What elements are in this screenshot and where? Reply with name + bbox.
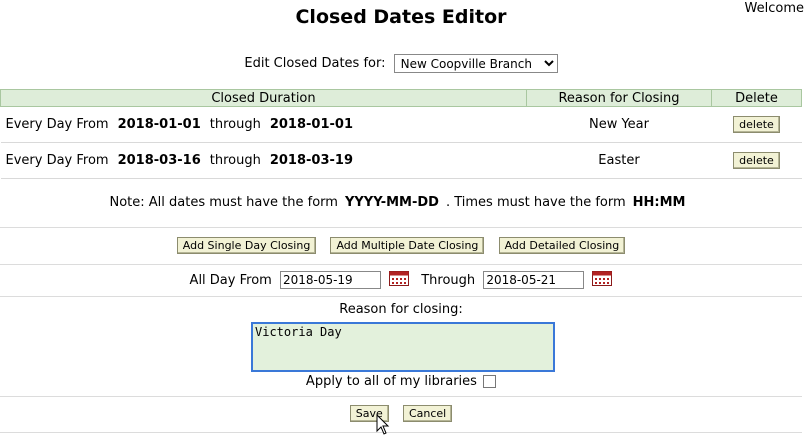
duration-to: 2018-01-01 xyxy=(269,117,353,132)
divider xyxy=(0,264,802,265)
branch-select[interactable]: New Coopville Branch xyxy=(393,54,558,73)
through-date-input[interactable] xyxy=(483,271,585,289)
through-label: Through xyxy=(421,272,476,288)
from-label: All Day From xyxy=(189,272,272,288)
add-multiple-date-button[interactable]: Add Multiple Date Closing xyxy=(330,237,485,254)
divider xyxy=(0,432,802,433)
duration-through: through xyxy=(209,153,261,168)
delete-button[interactable]: delete xyxy=(733,152,780,169)
branch-label: Edit Closed Dates for: xyxy=(244,56,386,71)
duration-from: 2018-03-16 xyxy=(117,153,201,168)
duration-through: through xyxy=(209,117,261,132)
duration-cell: Every Day From 2018-01-01 through 2018-01-0… xyxy=(0,106,527,143)
add-detailed-button[interactable]: Add Detailed Closing xyxy=(498,237,626,254)
col-header-reason: Reason for Closing xyxy=(526,89,712,107)
note-date-format: YYYY-MM-DD xyxy=(344,195,439,210)
apply-all-label: Apply to all of my libraries xyxy=(305,374,477,389)
format-note: Note: All dates must have the form YYYY-M… xyxy=(0,195,802,210)
col-header-delete: Delete xyxy=(711,89,802,107)
delete-button[interactable]: delete xyxy=(733,116,780,133)
table-row: Every Day From 2018-01-01 through 2018-01-0… xyxy=(0,106,802,143)
page-title: Closed Dates Editor xyxy=(295,6,507,28)
save-cancel-row: Save Cancel xyxy=(0,405,802,422)
reason-label: Reason for closing: xyxy=(339,302,463,317)
apply-all-row: Apply to all of my libraries xyxy=(0,374,802,389)
calendar-icon[interactable] xyxy=(592,271,613,286)
divider xyxy=(0,296,802,297)
reason-cell: New Year xyxy=(526,106,712,143)
duration-prefix: Every Day From xyxy=(5,117,109,132)
duration-from: 2018-01-01 xyxy=(117,117,201,132)
reason-cell: Easter xyxy=(526,142,712,179)
col-header-duration: Closed Duration xyxy=(0,89,527,107)
table-row: Every Day From 2018-03-16 through 2018-03-1… xyxy=(0,142,802,179)
date-range-row: All Day From Through xyxy=(0,271,802,289)
from-date-input[interactable] xyxy=(279,271,381,289)
note-time-format: HH:MM xyxy=(632,195,686,210)
add-single-day-button[interactable]: Add Single Day Closing xyxy=(176,237,317,254)
calendar-icon[interactable] xyxy=(389,271,410,286)
closed-dates-table: Closed Duration Reason for Closing Delet… xyxy=(0,89,802,179)
note-text-1: Note: All dates must have the form xyxy=(109,195,338,210)
cancel-button[interactable]: Cancel xyxy=(402,405,453,422)
reason-textarea[interactable]: Victoria Day xyxy=(251,322,555,372)
duration-cell: Every Day From 2018-03-16 through 2018-03-1… xyxy=(0,142,527,179)
delete-cell: delete xyxy=(711,106,802,143)
table-header-row: Closed Duration Reason for Closing Delet… xyxy=(0,89,802,107)
add-closing-buttons: Add Single Day Closing Add Multiple Date… xyxy=(0,237,802,254)
delete-cell: delete xyxy=(711,142,802,179)
mouse-pointer-icon xyxy=(376,414,390,435)
divider xyxy=(0,396,802,397)
apply-all-checkbox[interactable] xyxy=(483,375,497,388)
duration-prefix: Every Day From xyxy=(5,153,109,168)
divider xyxy=(0,227,802,228)
note-text-2: . Times must have the form xyxy=(445,195,626,210)
branch-selector-row: Edit Closed Dates for: New Coopville Bra… xyxy=(0,54,802,73)
duration-to: 2018-03-19 xyxy=(269,153,353,168)
